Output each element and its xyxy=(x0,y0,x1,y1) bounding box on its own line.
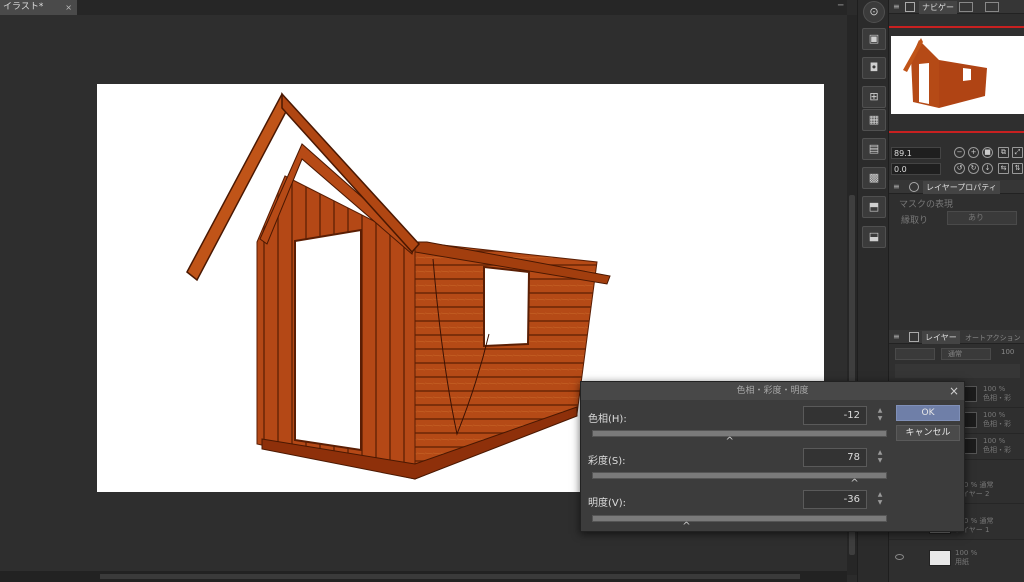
navigator-frame-bottom xyxy=(889,131,1024,133)
saturation-slider-knob[interactable]: ^ xyxy=(850,479,860,489)
navigator-preview[interactable] xyxy=(891,36,1024,114)
effect-label: マスクの表現 xyxy=(899,200,954,210)
border-label: 縁取り xyxy=(901,216,929,226)
opacity-value[interactable]: 100 xyxy=(1001,348,1014,356)
layer-toolbar-row xyxy=(895,364,1020,378)
grid-icon[interactable]: ▦ xyxy=(862,109,886,131)
cancel-button[interactable]: キャンセル xyxy=(896,425,960,441)
navigator-tab[interactable]: ナビゲー xyxy=(919,1,957,14)
layer-property-header: ≡ レイヤープロパティ xyxy=(889,180,1024,194)
hue-slider[interactable] xyxy=(592,430,887,437)
fit-icon[interactable]: ■ xyxy=(982,147,993,158)
folder-down-icon[interactable]: ⬓ xyxy=(862,226,886,248)
layer-property-icon xyxy=(909,182,919,192)
hue-slider-knob[interactable]: ^ xyxy=(725,437,735,447)
rotate-left-icon[interactable]: ↺ xyxy=(954,163,965,174)
rotation-input[interactable]: 0.0 xyxy=(891,163,941,175)
top-strip xyxy=(77,0,847,15)
saturation-slider[interactable] xyxy=(592,472,887,479)
hue-label: 色相(H): xyxy=(588,414,627,425)
app-window: イラスト* × ─ ⊙ ▣ ◘ ⊞ ▦ ▤ ▩ ⬒ ⬓ ≡ ナビゲー 89.1 … xyxy=(0,0,1024,582)
brightness-slider[interactable] xyxy=(592,515,887,522)
hue-saturation-dialog: 色相・彩度・明度 × 色相(H): -12 ▲ ▼ ^ 彩度(S): 78 ▲ ▼ … xyxy=(580,381,965,532)
layer-info: 100 % 色相・彩 xyxy=(983,437,1011,454)
folder-up-icon[interactable]: ⬒ xyxy=(862,196,886,218)
layer-info: 100 % 色相・彩 xyxy=(983,411,1011,428)
saturation-spinner-icon[interactable]: ▲ ▼ xyxy=(875,449,885,467)
auto-action-tab[interactable]: オートアクション xyxy=(965,331,1021,345)
document-tab-label: イラスト* xyxy=(3,2,44,12)
layer-copy-icon[interactable]: ▤ xyxy=(862,138,886,160)
brightness-slider-knob[interactable]: ^ xyxy=(681,522,691,532)
horizontal-scroll-thumb[interactable] xyxy=(100,574,800,579)
rotate-row: 0.0 ↺ ↻ ↓ ⇆ ⇅ xyxy=(891,163,1024,176)
brightness-label: 明度(V): xyxy=(588,498,627,509)
new-folder-icon[interactable]: ▣ xyxy=(862,28,886,50)
panel-menu-icon[interactable]: ≡ xyxy=(893,180,900,194)
flip-vertical-icon[interactable]: ⇅ xyxy=(1012,163,1023,174)
layer-thumbnail xyxy=(929,550,951,566)
tab-close-icon[interactable]: × xyxy=(65,0,72,15)
zoom-row: 89.1 − + ■ ⧉ ⤢ xyxy=(891,147,1024,160)
film-icon[interactable]: ▩ xyxy=(862,167,886,189)
hue-spinner-icon[interactable]: ▲ ▼ xyxy=(875,407,885,425)
border-select[interactable]: あり xyxy=(947,211,1017,225)
brightness-spinner-icon[interactable]: ▲ ▼ xyxy=(875,491,885,509)
zoom-out-icon[interactable]: − xyxy=(954,147,965,158)
window-opening xyxy=(483,265,531,348)
eye-icon[interactable] xyxy=(895,554,904,560)
layers-icon xyxy=(909,332,919,342)
blend-mode-select[interactable]: 通常 xyxy=(941,348,991,360)
subview-tab-icon[interactable] xyxy=(959,2,973,12)
document-tab[interactable]: イラスト* × xyxy=(0,0,77,15)
fit-window-icon[interactable]: ⧉ xyxy=(998,147,1009,158)
panel-menu-icon[interactable]: ≡ xyxy=(893,330,900,344)
rotate-right-icon[interactable]: ↻ xyxy=(968,163,979,174)
ok-button[interactable]: OK xyxy=(896,405,960,421)
navigator-icon xyxy=(905,2,915,12)
layer-property-tab[interactable]: レイヤープロパティ xyxy=(923,181,1000,194)
navigator-frame-top xyxy=(889,26,1024,28)
dialog-title[interactable]: 色相・彩度・明度 xyxy=(581,382,964,400)
door-opening xyxy=(294,228,362,452)
layer-toolbar-left[interactable] xyxy=(895,348,935,360)
flip-horizontal-icon[interactable]: ⇆ xyxy=(998,163,1009,174)
navigator-panel-header: ≡ ナビゲー xyxy=(889,0,1024,14)
layer-row[interactable]: 100 % 用紙 xyxy=(889,546,1024,572)
layers-panel-header: ≡ レイヤー オートアクション xyxy=(889,330,1024,344)
close-icon[interactable]: × xyxy=(949,382,959,400)
layers-tab[interactable]: レイヤー xyxy=(922,331,960,344)
info-tab-icon[interactable] xyxy=(985,2,999,12)
camera-icon[interactable]: ◘ xyxy=(862,57,886,79)
zoom-in-icon[interactable]: + xyxy=(968,147,979,158)
panel-menu-icon[interactable]: ≡ xyxy=(893,0,900,14)
zoom-input[interactable]: 89.1 xyxy=(891,147,941,159)
navigator-thumbnail xyxy=(903,38,987,108)
zoom-icon[interactable]: ⊙ xyxy=(863,1,885,23)
layer-info: 100 % 色相・彩 xyxy=(983,385,1011,402)
hue-input[interactable]: -12 xyxy=(803,406,867,425)
actual-size-icon[interactable]: ⤢ xyxy=(1012,147,1023,158)
brightness-input[interactable]: -36 xyxy=(803,490,867,509)
window-menu-icon[interactable]: ─ xyxy=(838,0,843,12)
reset-rotation-icon[interactable]: ↓ xyxy=(982,163,993,174)
layer-info: 100 % 用紙 xyxy=(955,549,978,566)
saturation-label: 彩度(S): xyxy=(588,456,626,467)
horizontal-scrollbar[interactable] xyxy=(0,571,847,582)
saturation-input[interactable]: 78 xyxy=(803,448,867,467)
material-icon[interactable]: ⊞ xyxy=(862,86,886,108)
